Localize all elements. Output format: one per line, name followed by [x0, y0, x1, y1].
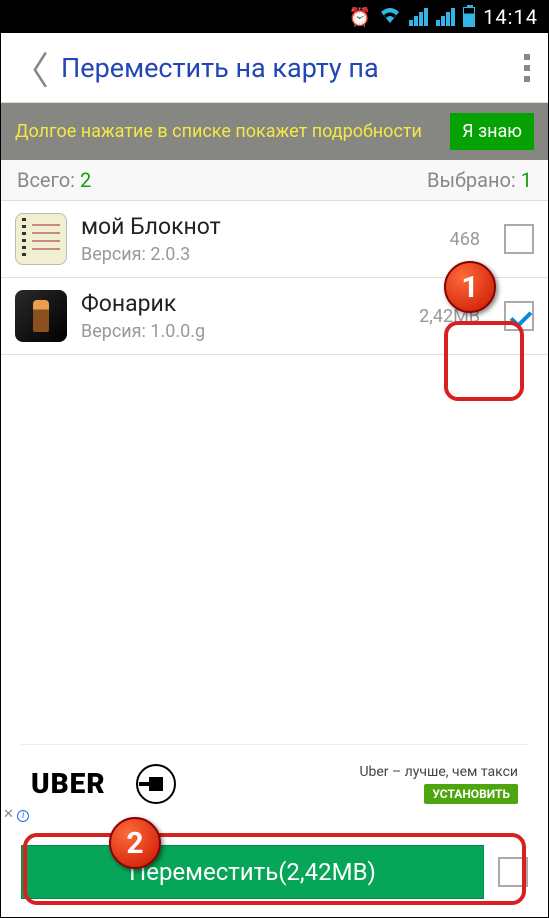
status-bar: ⏰ 14:14 — [1, 1, 548, 33]
counts-bar: Всего: 2 Выбрано: 1 — [1, 160, 548, 201]
ad-logo-icon — [136, 764, 176, 804]
ad-headline: Uber – лучше, чем такси — [359, 764, 518, 780]
back-chevron-icon[interactable]: 〈 — [11, 40, 49, 95]
page-title: Переместить на карту па — [61, 52, 516, 84]
ad-marker[interactable]: ✕ i — [3, 807, 29, 822]
tip-dismiss-button[interactable]: Я знаю — [450, 113, 534, 150]
ad-text-block: Uber – лучше, чем такси УСТАНОВИТЬ — [359, 764, 518, 804]
signal-icon — [409, 8, 428, 26]
clock: 14:14 — [483, 5, 538, 29]
wifi-icon — [379, 6, 401, 29]
ad-brand: UBER — [31, 767, 106, 800]
battery-icon — [463, 7, 475, 27]
app-version: Версия: 1.0.0.g — [81, 321, 405, 342]
annotation-badge-1: 1 — [444, 261, 496, 313]
app-icon-notepad — [15, 213, 67, 265]
app-name: мой Блокнот — [81, 213, 436, 240]
item-info: мой Блокнот Версия: 2.0.3 — [81, 213, 436, 265]
selected-count: Выбрано: 1 — [427, 168, 532, 192]
app-size: 468 — [450, 229, 480, 250]
app-checkbox[interactable] — [504, 224, 534, 254]
item-info: Фонарик Версия: 1.0.0.g — [81, 290, 405, 342]
app-header: 〈 Переместить на карту па — [1, 33, 548, 103]
app-version: Версия: 2.0.3 — [81, 244, 436, 265]
tip-text: Долгое нажатие в списке покажет подробно… — [15, 120, 440, 143]
ad-banner[interactable]: ✕ i UBER Uber – лучше, чем такси УСТАНОВ… — [21, 744, 528, 822]
total-count: Всего: 2 — [17, 168, 91, 192]
app-icon-flashlight — [15, 290, 67, 342]
annotation-badge-2: 2 — [109, 817, 161, 869]
annotation-box-2 — [23, 833, 526, 905]
signal-icon-2 — [436, 8, 455, 26]
annotation-box-1 — [444, 321, 524, 401]
alarm-icon: ⏰ — [349, 7, 371, 28]
ad-install-button[interactable]: УСТАНОВИТЬ — [424, 784, 518, 804]
overflow-menu-icon[interactable] — [516, 46, 538, 90]
tip-banner: Долгое нажатие в списке покажет подробно… — [1, 103, 548, 160]
app-name: Фонарик — [81, 290, 405, 317]
